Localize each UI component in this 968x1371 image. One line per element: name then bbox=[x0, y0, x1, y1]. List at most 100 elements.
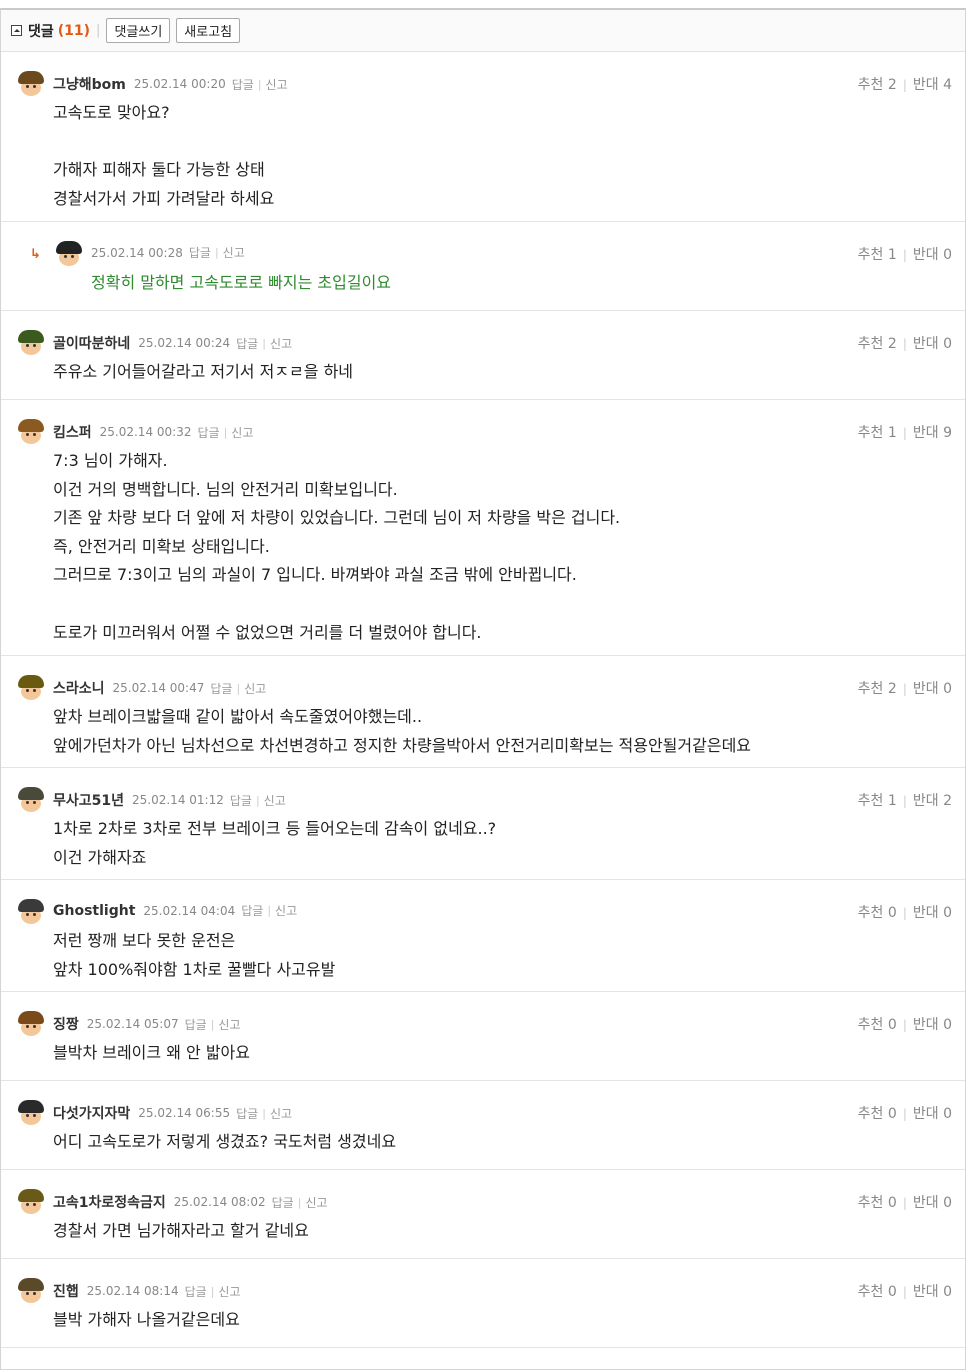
report-link[interactable]: 신고 bbox=[231, 424, 253, 441]
reply-link[interactable]: 답글 bbox=[236, 335, 258, 352]
upvote-button[interactable]: 추천 2 bbox=[858, 77, 897, 93]
report-link[interactable]: 신고 bbox=[244, 680, 266, 697]
downvote-button[interactable]: 반대 4 bbox=[913, 77, 952, 93]
report-link[interactable]: 신고 bbox=[218, 1016, 240, 1033]
avatar-icon[interactable] bbox=[17, 329, 45, 357]
downvote-button[interactable]: 반대 0 bbox=[913, 1017, 952, 1033]
report-link[interactable]: 신고 bbox=[270, 1105, 292, 1122]
divider: | bbox=[236, 681, 241, 695]
downvote-button[interactable]: 반대 0 bbox=[913, 336, 952, 352]
upvote-button[interactable]: 추천 0 bbox=[858, 1017, 897, 1033]
upvote-button[interactable]: 추천 0 bbox=[858, 1106, 897, 1122]
reply-link[interactable]: 답글 bbox=[241, 902, 263, 919]
reply-link[interactable]: 답글 bbox=[236, 1105, 258, 1122]
comment-nickname[interactable]: 그냥해bom bbox=[53, 74, 126, 94]
upvote-label: 추천 bbox=[857, 905, 884, 921]
reply-link[interactable]: 답글 bbox=[230, 792, 252, 809]
downvote-button[interactable]: 반대 2 bbox=[913, 793, 952, 809]
report-link[interactable]: 신고 bbox=[305, 1194, 327, 1211]
upvote-count: 0 bbox=[887, 1284, 897, 1300]
avatar-icon[interactable] bbox=[17, 418, 45, 446]
comment-nickname[interactable]: Ghostlight bbox=[53, 903, 135, 919]
comment-nickname[interactable]: 다섯가지자막 bbox=[53, 1103, 130, 1123]
comment-line: 이건 가해자죠 bbox=[53, 847, 147, 867]
downvote-button[interactable]: 반대 0 bbox=[913, 905, 952, 921]
upvote-button[interactable]: 추천 2 bbox=[858, 681, 897, 697]
comment-item: 그냥해bom 25.02.14 00:20 답글 | 신고 추천 2 | 반대 4 고속도로 맞… bbox=[1, 52, 965, 222]
avatar-icon[interactable] bbox=[17, 1010, 45, 1038]
vote-counts: 추천 2 | 반대 0 bbox=[858, 333, 952, 353]
reply-link[interactable]: 답글 bbox=[185, 1016, 207, 1033]
comment-count: (11) bbox=[57, 22, 91, 39]
report-link[interactable]: 신고 bbox=[266, 76, 288, 93]
comment-nickname[interactable]: 골이따분하네 bbox=[53, 333, 130, 353]
upvote-count: 0 bbox=[887, 1195, 897, 1211]
avatar-icon[interactable] bbox=[17, 786, 45, 814]
reply-link[interactable]: 답글 bbox=[272, 1194, 294, 1211]
upvote-button[interactable]: 추천 1 bbox=[858, 247, 897, 263]
comment-nickname[interactable]: 고속1차로정속금지 bbox=[53, 1192, 166, 1212]
avatar-icon[interactable] bbox=[17, 1099, 45, 1127]
downvote-button[interactable]: 반대 0 bbox=[913, 1106, 952, 1122]
refresh-button[interactable]: 새로고침 bbox=[176, 18, 241, 43]
reply-link[interactable]: 답글 bbox=[210, 680, 232, 697]
comment-nickname[interactable]: 무사고51년 bbox=[53, 790, 124, 810]
comment-item: 진햅 25.02.14 08:14 답글 | 신고 추천 0 | 반대 0 블박 가해자 나올거… bbox=[1, 1259, 965, 1348]
comment-text: 블박 가해자 나올거같은데요 bbox=[53, 1306, 240, 1335]
avatar-icon[interactable] bbox=[17, 70, 45, 98]
upvote-button[interactable]: 추천 0 bbox=[858, 1195, 897, 1211]
report-link[interactable]: 신고 bbox=[223, 244, 245, 261]
reply-link[interactable]: 답글 bbox=[232, 76, 254, 93]
avatar-icon[interactable] bbox=[55, 240, 83, 268]
avatar-icon[interactable] bbox=[17, 674, 45, 702]
upvote-button[interactable]: 추천 0 bbox=[858, 1284, 897, 1300]
upvote-count: 2 bbox=[887, 681, 897, 697]
upvote-button[interactable]: 추천 1 bbox=[858, 793, 897, 809]
report-link[interactable]: 신고 bbox=[264, 792, 286, 809]
downvote-count: 2 bbox=[943, 793, 952, 809]
avatar-icon[interactable] bbox=[17, 1188, 45, 1216]
upvote-label: 추천 bbox=[857, 1195, 884, 1211]
vote-counts: 추천 1 | 반대 2 bbox=[858, 790, 952, 810]
avatar-icon[interactable] bbox=[17, 1277, 45, 1305]
reply-link[interactable]: 답글 bbox=[185, 1283, 207, 1300]
reply-link[interactable]: 답글 bbox=[189, 244, 211, 261]
comment-item: Ghostlight 25.02.14 04:04 답글 | 신고 추천 0 | 반대 0 저런… bbox=[1, 880, 965, 992]
downvote-count: 0 bbox=[943, 1284, 952, 1300]
upvote-count: 0 bbox=[887, 1017, 897, 1033]
downvote-button[interactable]: 반대 0 bbox=[913, 681, 952, 697]
downvote-button[interactable]: 반대 0 bbox=[913, 247, 952, 263]
divider: | bbox=[902, 248, 907, 262]
report-link[interactable]: 신고 bbox=[270, 335, 292, 352]
comment-meta: 골이따분하네 25.02.14 00:24 답글 | 신고 bbox=[53, 333, 292, 353]
comment-date: 25.02.14 00:47 bbox=[112, 681, 205, 695]
divider: | bbox=[902, 1285, 907, 1299]
upvote-button[interactable]: 추천 0 bbox=[858, 905, 897, 921]
comment-line: 어디 고속도로가 저렇게 생겼죠? 국도처럼 생겼네요 bbox=[53, 1132, 397, 1151]
divider: | bbox=[902, 794, 907, 808]
comment-nickname[interactable]: 진햅 bbox=[53, 1281, 79, 1301]
downvote-count: 0 bbox=[943, 681, 952, 697]
upvote-button[interactable]: 추천 1 bbox=[858, 425, 897, 441]
avatar-icon[interactable] bbox=[17, 898, 45, 926]
collapse-icon[interactable] bbox=[11, 25, 22, 36]
upvote-button[interactable]: 추천 2 bbox=[858, 336, 897, 352]
comment-nickname[interactable]: 징짱 bbox=[53, 1014, 79, 1034]
comment-date: 25.02.14 05:07 bbox=[86, 1017, 179, 1031]
vote-counts: 추천 2 | 반대 0 bbox=[858, 678, 952, 698]
downvote-button[interactable]: 반대 0 bbox=[913, 1284, 952, 1300]
comment-line: 블박 가해자 나올거같은데요 bbox=[53, 1310, 240, 1329]
comment-line: 주유소 기어들어갈라고 저기서 저ㅈㄹ을 하네 bbox=[53, 362, 354, 381]
downvote-count: 4 bbox=[943, 77, 952, 93]
report-link[interactable]: 신고 bbox=[275, 902, 297, 919]
upvote-label: 추천 bbox=[857, 793, 884, 809]
report-link[interactable]: 신고 bbox=[218, 1283, 240, 1300]
divider: | bbox=[902, 1018, 907, 1032]
downvote-button[interactable]: 반대 0 bbox=[913, 1195, 952, 1211]
write-comment-button[interactable]: 댓글쓰기 bbox=[106, 18, 171, 43]
comment-nickname[interactable]: 스라소니 bbox=[53, 678, 105, 698]
comment-nickname[interactable]: 킴스퍼 bbox=[53, 422, 92, 442]
downvote-button[interactable]: 반대 9 bbox=[913, 425, 952, 441]
reply-link[interactable]: 답글 bbox=[197, 424, 219, 441]
downvote-label: 반대 bbox=[912, 77, 939, 93]
